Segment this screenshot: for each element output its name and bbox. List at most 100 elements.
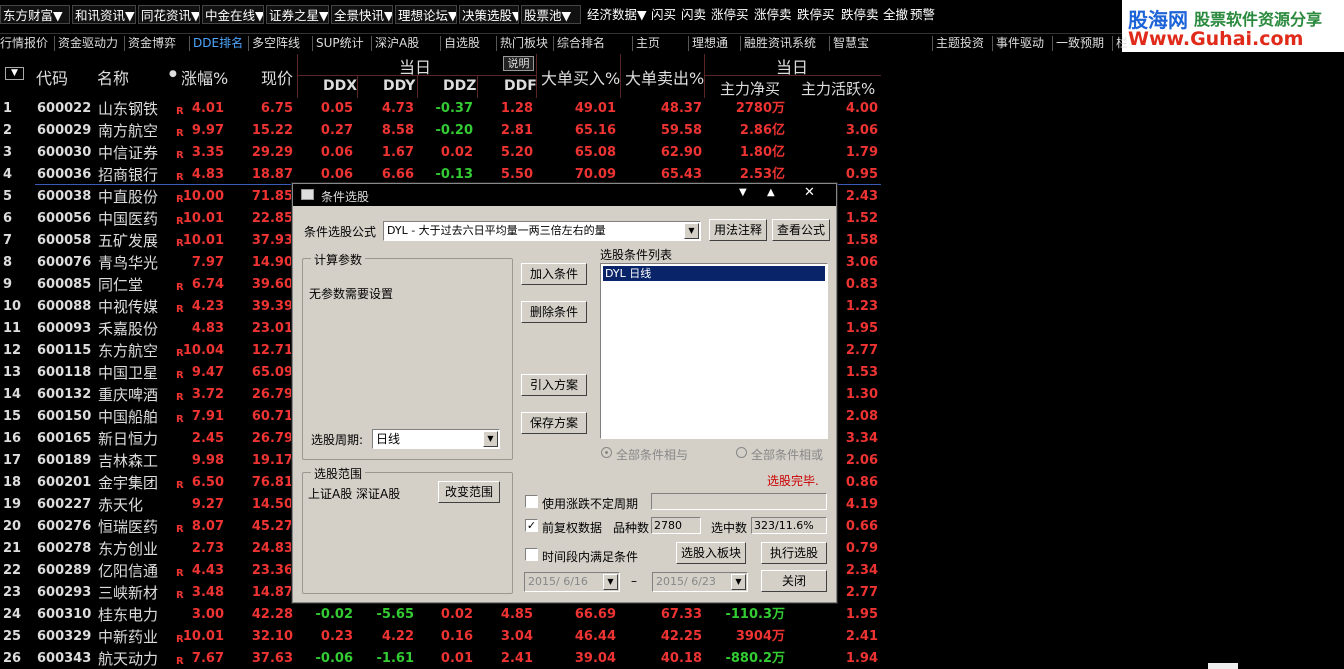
tab-item[interactable]: 行情报价 [0,34,48,53]
add-condition-button[interactable]: 加入条件 [521,263,587,285]
menu-item[interactable]: 东方财富▼ [0,5,70,24]
explain-button[interactable]: 说明 [503,56,534,71]
menu-item[interactable]: 涨停买 [711,5,749,24]
condition-list[interactable]: DYL 日线 [600,263,828,439]
cell-name: 中视传媒 [98,298,159,316]
cell-name: 青鸟华光 [98,254,159,272]
tab-item[interactable]: 多空阵线 [252,34,300,53]
delete-condition-button[interactable]: 删除条件 [521,301,587,323]
range-group: 选股范围 上证A股 深证A股 改变范围 [302,465,513,594]
menu-item[interactable]: 理想论坛▼ [395,5,457,24]
chevron-down-icon[interactable]: ▼ [603,574,618,590]
chevron-down-icon[interactable]: ▼ [731,574,746,590]
import-plan-button[interactable]: 引入方案 [521,374,587,396]
change-range-button[interactable]: 改变范围 [438,481,500,503]
tab-item[interactable]: 主页 [636,34,660,53]
menu-item[interactable]: 闪买 [651,5,676,24]
column-divider [536,54,537,98]
menu-item[interactable]: 股票池▼ [521,5,581,24]
cell-act: 1.23 [845,299,878,314]
tab-item[interactable]: 理想通 [692,34,728,53]
header-change[interactable]: 涨幅% [181,65,228,89]
menu-item[interactable]: 经济数据▼ [587,5,647,24]
date-to-picker[interactable]: 2015/ 6/23 ▼ [652,572,748,592]
collapse-up-icon[interactable]: ▲ [767,187,775,198]
table-row[interactable]: 2 600029 南方航空 R 9.97 15.22 0.27 8.58 -0.20 2.81 65… [0,120,881,142]
menu-item[interactable]: 决策选股▼ [459,5,519,24]
tab-item[interactable]: 资金博弈 [128,34,176,53]
cell-ddz: 0.02 [440,145,473,160]
chevron-down-icon[interactable]: ▼ [684,223,699,239]
tab-item[interactable]: SUP统计 [316,34,364,53]
table-row[interactable]: 24 600310 桂东电力 3.00 42.28 -0.02 -5.65 0.02 4.85 6… [0,604,881,626]
formula-select[interactable]: DYL - 大于过去六日平均量一两三倍左右的量 ▼ [383,221,701,241]
tab-item[interactable]: 综合排名 [557,34,605,53]
date-separator: – [631,574,637,588]
header-code[interactable]: 代码 [36,65,68,89]
to-block-button[interactable]: 选股入板块 [676,542,746,564]
menu-item[interactable]: 预警 [910,5,935,24]
tab-item[interactable]: 事件驱动 [996,34,1044,53]
tab-item[interactable]: 融胜资讯系统 [744,34,816,53]
header-main-net[interactable]: 主力净买 [720,78,780,99]
menu-item[interactable]: 证券之星▼ [266,5,329,24]
view-formula-button[interactable]: 查看公式 [772,219,830,241]
tab-item[interactable]: 主题投资 [936,34,984,53]
tab-item[interactable]: 深沪A股 [375,34,419,53]
header-ddx[interactable]: DDX [323,78,357,94]
cell-price: 65.09 [251,365,293,380]
table-row[interactable]: 3 600030 中信证券 R 3.35 29.29 0.06 1.67 0.02 5.20 65.… [0,142,881,164]
cell-ddf: 3.04 [500,629,533,644]
menu-item[interactable]: 同花资讯▼ [138,5,200,24]
menu-item[interactable]: 涨停卖 [754,5,792,24]
cell-ddf: 1.28 [500,101,533,116]
save-plan-button[interactable]: 保存方案 [521,412,587,434]
menu-item[interactable]: 全景快讯▼ [331,5,393,24]
tab-item[interactable]: 热门板块 [500,34,548,53]
header-ddy[interactable]: DDY [383,78,415,94]
menu-item[interactable]: 闪卖 [681,5,706,24]
header-ddz[interactable]: DDZ [443,78,476,94]
date-from-picker[interactable]: 2015/ 6/16 ▼ [524,572,620,592]
usage-button[interactable]: 用法注释 [709,219,767,241]
header-big-buy[interactable]: 大单买入% [541,65,620,89]
header-name[interactable]: 名称 [97,65,129,89]
tab-item[interactable]: 栏 [1116,34,1128,53]
close-icon[interactable]: ✕ [804,185,815,200]
cell-sell: 62.90 [660,145,702,160]
column-menu-dropdown[interactable]: ▼ [5,67,24,80]
tab-item[interactable]: 资金驱动力 [58,34,118,53]
header-main-active[interactable]: 主力活跃% [801,78,875,99]
radio-or[interactable] [736,447,747,458]
tab-item[interactable]: DDE排名 [193,34,243,53]
tab-item[interactable]: 自选股 [444,34,480,53]
header-ddf[interactable]: DDF [504,78,537,94]
tab-separator [992,36,993,51]
table-row[interactable]: 25 600329 中新药业 R 10.01 32.10 0.23 4.22 0.16 3.04 4… [0,626,881,648]
collapse-down-icon[interactable]: ▼ [739,187,747,198]
header-big-sell[interactable]: 大单卖出% [625,65,704,89]
close-button[interactable]: 关闭 [761,570,827,592]
run-button[interactable]: 执行选股 [761,542,827,564]
use-period-checkbox[interactable] [525,495,538,508]
tab-item[interactable]: 智慧宝 [833,34,869,53]
menu-item[interactable]: 和讯资讯▼ [72,5,136,24]
table-row[interactable]: 1 600022 山东钢铁 R 4.01 6.75 0.05 4.73 -0.37 1.28 49.… [0,98,881,120]
adjust-checkbox[interactable]: ✓ [525,519,538,532]
hit-label: 选中数 [711,521,748,535]
menu-item[interactable]: 中金在线▼ [202,5,264,24]
cell-price: 22.85 [251,211,293,226]
cell-price: 23.36 [251,563,293,578]
menu-item[interactable]: 全撤 [883,5,908,24]
list-item[interactable]: DYL 日线 [603,266,825,281]
menu-item[interactable]: 跌停买 [797,5,835,24]
period-select[interactable]: 日线 ▼ [372,429,500,449]
header-price[interactable]: 现价 [261,65,293,89]
chevron-down-icon[interactable]: ▼ [483,431,498,447]
menu-item[interactable]: 跌停卖 [841,5,879,24]
table-row[interactable]: 26 600343 航天动力 R 7.67 37.63 -0.06 -1.61 0.01 2.41… [0,648,881,669]
time-cond-checkbox[interactable] [525,548,538,561]
radio-and[interactable] [601,447,612,458]
dialog-titlebar[interactable]: 条件选股 ▼ ▲ ✕ [293,184,836,206]
tab-item[interactable]: 一致预期 [1056,34,1104,53]
